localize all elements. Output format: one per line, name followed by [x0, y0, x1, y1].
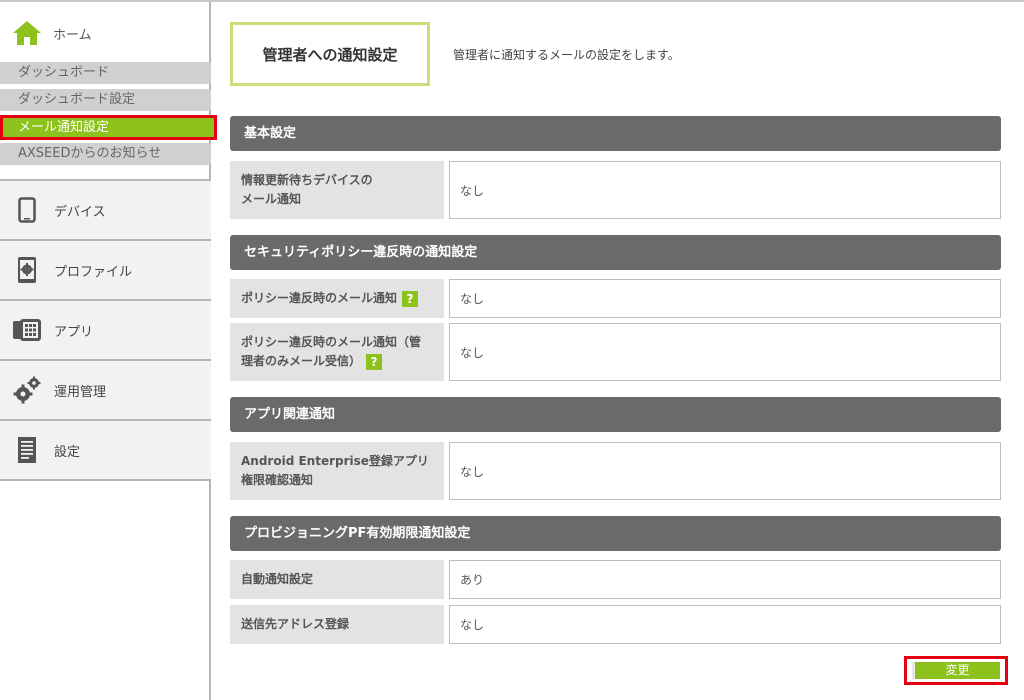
page-title: 管理者への通知設定	[230, 22, 430, 86]
section-header-basic: 基本設定	[230, 116, 1001, 151]
setting-label: 情報更新待ちデバイスの メール通知	[230, 161, 444, 219]
label-line: Android Enterprise登録アプリ	[241, 454, 429, 468]
gears-icon	[12, 375, 42, 405]
sidebar-item-dashboard-settings[interactable]: ダッシュボード設定	[0, 89, 211, 111]
setting-label: Android Enterprise登録アプリ 権限確認通知	[230, 442, 444, 500]
setting-label: 送信先アドレス登録	[230, 605, 444, 644]
nav-item-settings[interactable]: 設定	[0, 421, 211, 481]
sidebar-item-mail-notification-settings[interactable]: メール通知設定	[0, 115, 217, 140]
change-button-label: 変更	[912, 662, 1000, 679]
setting-row: ポリシー違反時のメール通知（管 理者のみメール受信）? なし	[230, 323, 1001, 381]
nav-item-label: プロファイル	[54, 264, 133, 280]
change-button[interactable]: 変更	[904, 656, 1008, 685]
setting-value-field[interactable]: なし	[449, 323, 1001, 381]
smartphone-icon	[12, 195, 42, 225]
setting-label: ポリシー違反時のメール通知?	[230, 279, 444, 318]
label-line: メール通知	[241, 192, 302, 206]
setting-value-field[interactable]: なし	[449, 279, 1001, 318]
nav-item-label: 設定	[54, 444, 81, 460]
nav-item-label: アプリ	[54, 324, 94, 340]
label-line: 権限確認通知	[241, 473, 314, 487]
nav-item-label: 運用管理	[54, 384, 107, 400]
setting-row: 情報更新待ちデバイスの メール通知 なし	[230, 161, 1001, 219]
home-link[interactable]: ホーム	[12, 20, 92, 46]
label-line: ポリシー違反時のメール通知（管	[241, 335, 422, 349]
profile-gear-icon	[12, 255, 42, 285]
setting-value-field[interactable]: あり	[449, 560, 1001, 599]
label-line: 理者のみメール受信）	[241, 354, 362, 368]
setting-label: 自動通知設定	[230, 560, 444, 599]
setting-label: ポリシー違反時のメール通知（管 理者のみメール受信）?	[230, 323, 444, 381]
setting-value-field[interactable]: なし	[449, 605, 1001, 644]
section-header-provisioning: プロビジョニングPF有効期限通知設定	[230, 516, 1001, 551]
setting-row: Android Enterprise登録アプリ 権限確認通知 なし	[230, 442, 1001, 500]
sidebar-item-dashboard[interactable]: ダッシュボード	[0, 62, 211, 84]
setting-value-field[interactable]: なし	[449, 442, 1001, 500]
nav-item-apps[interactable]: アプリ	[0, 301, 211, 361]
sidebar-item-axseed-news[interactable]: AXSEEDからのお知らせ	[0, 143, 211, 165]
nav-item-operations[interactable]: 運用管理	[0, 361, 211, 421]
setting-row: 自動通知設定 あり	[230, 560, 1001, 599]
setting-row: ポリシー違反時のメール通知? なし	[230, 279, 1001, 318]
home-icon	[13, 21, 41, 45]
sidebar: ホーム ダッシュボード ダッシュボード設定 メール通知設定 AXSEEDからのお…	[0, 2, 217, 700]
setting-row: 送信先アドレス登録 なし	[230, 605, 1001, 644]
nav-item-label: デバイス	[54, 204, 106, 220]
section-header-security-policy: セキュリティポリシー違反時の通知設定	[230, 235, 1001, 270]
setting-value-field[interactable]: なし	[449, 161, 1001, 219]
document-icon	[12, 435, 42, 465]
help-icon[interactable]: ?	[366, 353, 383, 370]
main-nav: デバイス プロファイル アプリ 運用管理 設定	[0, 179, 211, 481]
apps-icon	[12, 315, 42, 345]
home-label: ホーム	[53, 27, 92, 43]
nav-item-profiles[interactable]: プロファイル	[0, 241, 211, 301]
section-header-app-notifications: アプリ関連通知	[230, 397, 1001, 432]
nav-item-devices[interactable]: デバイス	[0, 181, 211, 241]
help-icon[interactable]: ?	[402, 290, 419, 307]
label-line: 情報更新待ちデバイスの	[241, 173, 373, 187]
label-line: ポリシー違反時のメール通知	[241, 291, 398, 305]
page-description: 管理者に通知するメールの設定をします。	[453, 48, 680, 62]
